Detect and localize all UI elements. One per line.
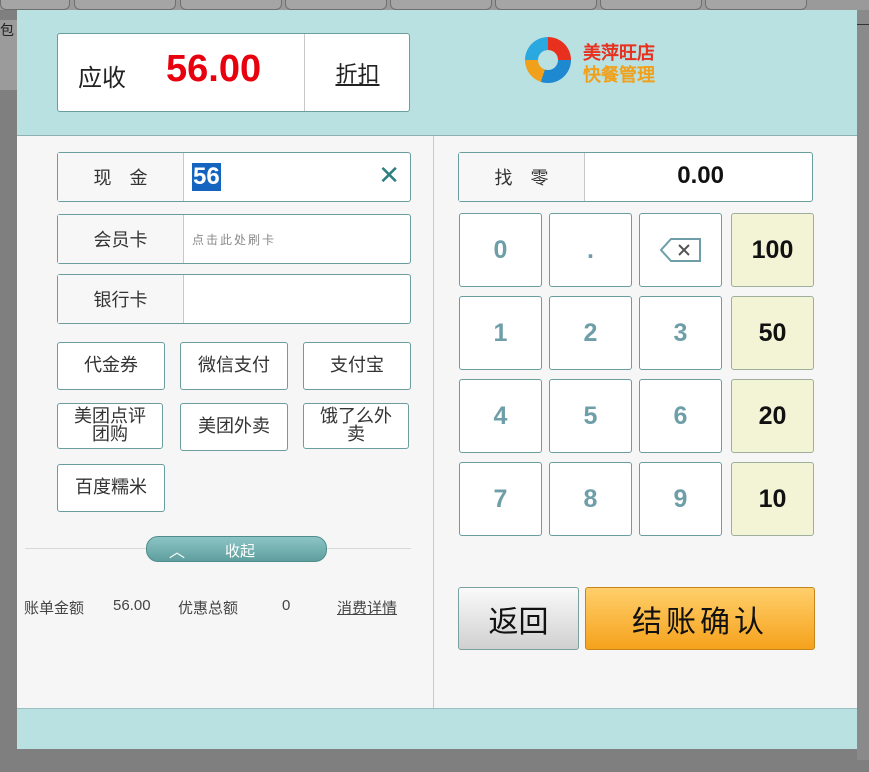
key-5[interactable]: 5	[549, 379, 632, 453]
background-tab	[390, 0, 492, 10]
cash-label: 现 金	[58, 153, 184, 201]
change-field: 找 零 0.00	[458, 152, 813, 202]
background-tab	[0, 0, 70, 10]
discount-button[interactable]: 折扣	[304, 34, 410, 111]
member-card-placeholder: 点击此处刷卡	[192, 232, 277, 247]
quick-amount-50[interactable]: 50	[731, 296, 814, 370]
background-side-panel: 包	[0, 20, 17, 90]
backspace-button[interactable]	[639, 213, 722, 287]
discount-total-value: 0	[282, 597, 291, 614]
voucher-button[interactable]: 代金券	[57, 342, 165, 390]
back-button[interactable]: 返回	[458, 587, 579, 650]
member-card-label: 会员卡	[58, 215, 184, 263]
logo-subtitle: 快餐管理	[583, 65, 655, 86]
background-divider	[857, 24, 869, 25]
key-7[interactable]: 7	[459, 462, 542, 536]
baidu-nuomi-button[interactable]: 百度糯米	[57, 464, 165, 512]
alipay-button[interactable]: 支付宝	[303, 342, 411, 390]
background-tab	[180, 0, 282, 10]
key-6[interactable]: 6	[639, 379, 722, 453]
key-2[interactable]: 2	[549, 296, 632, 370]
eleme-button[interactable]: 饿了么外卖	[303, 403, 409, 449]
consumption-details-link[interactable]: 消费详情	[337, 597, 397, 618]
chevron-up-icon: ︿	[169, 542, 186, 561]
logo-icon	[525, 37, 571, 83]
cash-input[interactable]: 56	[192, 161, 221, 193]
cash-input-value: 56	[192, 163, 221, 191]
quick-amount-20[interactable]: 20	[731, 379, 814, 453]
quick-amount-100[interactable]: 100	[731, 213, 814, 287]
background-tab	[285, 0, 387, 10]
member-card-input[interactable]: 点击此处刷卡	[192, 223, 276, 255]
wechat-pay-button[interactable]: 微信支付	[180, 342, 288, 390]
clear-icon[interactable]: ✕	[378, 163, 400, 189]
quick-amount-10[interactable]: 10	[731, 462, 814, 536]
checkout-dialog: 应收 56.00 折扣 美萍旺店 快餐管理 现 金 56 ✕ 会员卡 点击此处刷…	[17, 10, 857, 749]
background-tab-strip	[0, 0, 869, 10]
key-4[interactable]: 4	[459, 379, 542, 453]
change-value: 0.00	[677, 162, 724, 189]
brand-logo: 美萍旺店 快餐管理	[525, 35, 685, 90]
background-tab	[600, 0, 702, 10]
background-tab	[495, 0, 597, 10]
background-side-label: 包	[0, 23, 14, 39]
meituan-waimai-button[interactable]: 美团外卖	[180, 403, 288, 451]
key-1[interactable]: 1	[459, 296, 542, 370]
column-divider	[433, 136, 434, 708]
bank-card-label: 银行卡	[58, 275, 184, 323]
confirm-checkout-button[interactable]: 结账确认	[585, 587, 815, 650]
collapse-button[interactable]: ︿ 收起	[146, 536, 327, 562]
bill-amount-value: 56.00	[113, 597, 151, 614]
key-3[interactable]: 3	[639, 296, 722, 370]
amount-due-box: 应收 56.00 折扣	[57, 33, 410, 112]
background-tab	[74, 0, 176, 10]
collapse-label: 收起	[225, 542, 256, 560]
discount-total-label: 优惠总额	[178, 600, 239, 617]
amount-due-label: 应收	[78, 64, 126, 92]
background-right-strip	[857, 10, 869, 760]
amount-due-value: 56.00	[166, 48, 262, 90]
backspace-icon	[659, 238, 701, 262]
dialog-header: 应收 56.00 折扣 美萍旺店 快餐管理	[17, 10, 857, 136]
key-9[interactable]: 9	[639, 462, 722, 536]
dialog-footer	[17, 708, 857, 749]
meituan-dianping-button[interactable]: 美团点评团购	[57, 403, 163, 449]
member-card-field[interactable]: 会员卡 点击此处刷卡	[57, 214, 411, 264]
change-label: 找 零	[459, 153, 585, 201]
bill-amount-label: 账单金额	[24, 600, 85, 617]
bank-card-field[interactable]: 银行卡	[57, 274, 411, 324]
cash-field[interactable]: 现 金 56 ✕	[57, 152, 411, 202]
key-8[interactable]: 8	[549, 462, 632, 536]
key-0[interactable]: 0	[459, 213, 542, 287]
key-decimal[interactable]: .	[549, 213, 632, 287]
background-tab	[705, 0, 807, 10]
